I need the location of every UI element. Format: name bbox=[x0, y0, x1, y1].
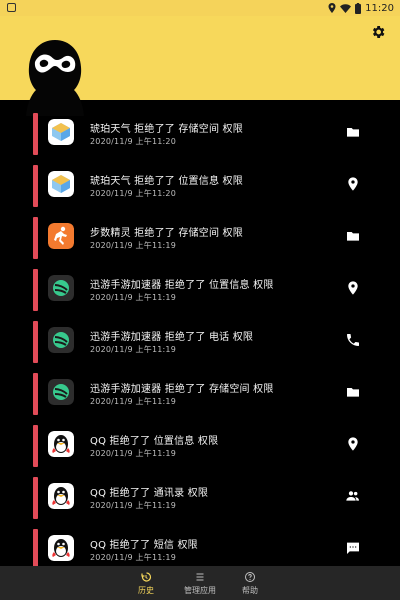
record-text: 步数精灵 拒绝了了 存储空间 权限 bbox=[90, 228, 243, 239]
list-item[interactable]: 迅游手游加速器 拒绝了了 存储空间 权限 2020/11/9 上午11:19 bbox=[0, 360, 400, 415]
accent-bar bbox=[33, 373, 38, 415]
status-bar: 11:20 bbox=[0, 0, 400, 16]
tab-history[interactable]: 历史 bbox=[118, 566, 174, 600]
screenshot-icon bbox=[7, 3, 16, 12]
wifi-icon bbox=[340, 3, 352, 13]
list-item[interactable]: 步数精灵 拒绝了了 存储空间 权限 2020/11/9 上午11:19 bbox=[0, 204, 400, 259]
record-time: 2020/11/9 上午11:20 bbox=[90, 137, 177, 146]
accent-bar bbox=[33, 425, 38, 467]
record-time: 2020/11/9 上午11:19 bbox=[90, 397, 177, 406]
history-icon bbox=[141, 572, 152, 582]
tab-label: 管理应用 bbox=[184, 586, 216, 595]
folder-icon[interactable] bbox=[345, 124, 361, 140]
record-time: 2020/11/9 上午11:19 bbox=[90, 345, 177, 354]
accent-bar bbox=[33, 113, 38, 155]
record-time: 2020/11/9 上午11:19 bbox=[90, 553, 177, 562]
xunyou-app-icon bbox=[48, 275, 74, 301]
xunyou-app-icon bbox=[48, 379, 74, 405]
list-item[interactable]: QQ 拒绝了了 位置信息 权限 2020/11/9 上午11:19 bbox=[0, 412, 400, 467]
sms-icon[interactable] bbox=[345, 540, 361, 556]
accent-bar bbox=[33, 217, 38, 259]
folder-icon[interactable] bbox=[345, 384, 361, 400]
help-icon bbox=[245, 572, 255, 582]
status-time: 11:20 bbox=[365, 2, 394, 14]
pedometer-app-icon bbox=[48, 223, 74, 249]
tab-manage-apps[interactable]: 管理应用 bbox=[172, 566, 228, 600]
accent-bar bbox=[33, 321, 38, 363]
qq-penguin-icon bbox=[48, 483, 74, 509]
record-text: QQ 拒绝了了 短信 权限 bbox=[90, 540, 198, 551]
header bbox=[0, 16, 400, 116]
record-text: 琥珀天气 拒绝了了 存储空间 权限 bbox=[90, 124, 243, 135]
location-pin-icon[interactable] bbox=[345, 280, 361, 296]
weather-app-icon bbox=[48, 171, 74, 197]
location-icon bbox=[328, 3, 336, 13]
record-time: 2020/11/9 上午11:20 bbox=[90, 189, 177, 198]
list-item[interactable]: 琥珀天气 拒绝了了 位置信息 权限 2020/11/9 上午11:20 bbox=[0, 152, 400, 207]
manage-apps-icon bbox=[196, 573, 204, 581]
permission-record-list[interactable]: 琥珀天气 拒绝了了 存储空间 权限 2020/11/9 上午11:20 琥珀天气… bbox=[0, 100, 400, 566]
record-text: 琥珀天气 拒绝了了 位置信息 权限 bbox=[90, 176, 243, 187]
status-bar-right: 11:20 bbox=[328, 1, 394, 15]
record-text: 迅游手游加速器 拒绝了了 存储空间 权限 bbox=[90, 384, 274, 395]
record-text: 迅游手游加速器 拒绝了了 位置信息 权限 bbox=[90, 280, 274, 291]
list-item[interactable]: QQ 拒绝了了 短信 权限 2020/11/9 上午11:19 bbox=[0, 516, 400, 566]
list-item[interactable]: 琥珀天气 拒绝了了 存储空间 权限 2020/11/9 上午11:20 bbox=[0, 100, 400, 155]
location-pin-icon[interactable] bbox=[345, 436, 361, 452]
tab-help[interactable]: 帮助 bbox=[222, 566, 278, 600]
folder-icon[interactable] bbox=[345, 228, 361, 244]
contacts-icon[interactable] bbox=[345, 488, 361, 504]
record-time: 2020/11/9 上午11:19 bbox=[90, 501, 177, 510]
weather-app-icon bbox=[48, 119, 74, 145]
xunyou-app-icon bbox=[48, 327, 74, 353]
accent-bar bbox=[33, 477, 38, 519]
tab-label: 历史 bbox=[138, 586, 154, 595]
accent-bar bbox=[33, 529, 38, 566]
record-time: 2020/11/9 上午11:19 bbox=[90, 293, 177, 302]
record-text: QQ 拒绝了了 位置信息 权限 bbox=[90, 436, 219, 447]
qq-penguin-icon bbox=[48, 431, 74, 457]
gear-icon[interactable] bbox=[370, 24, 386, 40]
qq-penguin-icon bbox=[48, 535, 74, 561]
phone-icon[interactable] bbox=[345, 332, 361, 348]
bottom-navigation: 历史 管理应用 帮助 bbox=[0, 566, 400, 600]
list-item[interactable]: QQ 拒绝了了 通讯录 权限 2020/11/9 上午11:19 bbox=[0, 464, 400, 519]
list-item[interactable]: 迅游手游加速器 拒绝了了 位置信息 权限 2020/11/9 上午11:19 bbox=[0, 256, 400, 311]
record-time: 2020/11/9 上午11:19 bbox=[90, 449, 177, 458]
accent-bar bbox=[33, 165, 38, 207]
record-text: 迅游手游加速器 拒绝了了 电话 权限 bbox=[90, 332, 254, 343]
battery-icon bbox=[355, 2, 362, 14]
record-time: 2020/11/9 上午11:19 bbox=[90, 241, 177, 250]
tab-label: 帮助 bbox=[242, 586, 258, 595]
accent-bar bbox=[33, 269, 38, 311]
location-pin-icon[interactable] bbox=[345, 176, 361, 192]
record-text: QQ 拒绝了了 通讯录 权限 bbox=[90, 488, 209, 499]
list-item[interactable]: 迅游手游加速器 拒绝了了 电话 权限 2020/11/9 上午11:19 bbox=[0, 308, 400, 363]
